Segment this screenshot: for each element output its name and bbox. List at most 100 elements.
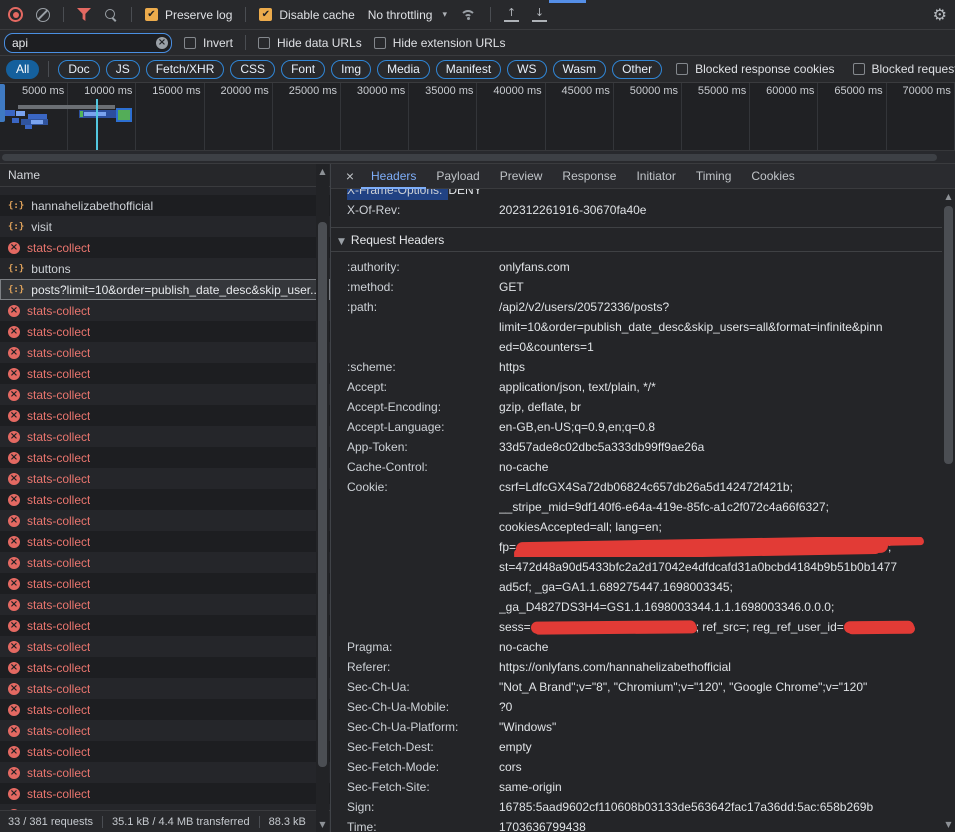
scrollbar-thumb[interactable] <box>318 222 327 767</box>
filter-pill-wasm[interactable]: Wasm <box>553 60 607 79</box>
request-row[interactable]: ×stats-collect <box>0 720 330 741</box>
header-value-text: fp= <box>499 540 516 554</box>
request-row[interactable]: ×stats-collect <box>0 300 330 321</box>
tab-headers[interactable]: Headers <box>361 164 426 189</box>
request-row[interactable]: {:}hannahelizabethofficial <box>0 195 330 216</box>
tab-initiator[interactable]: Initiator <box>626 164 685 189</box>
request-row[interactable]: ×stats-collect <box>0 489 330 510</box>
request-row[interactable]: ×stats-collect <box>0 762 330 783</box>
request-row[interactable]: {:}posts?limit=10&order=publish_date_des… <box>0 279 330 300</box>
preserve-log-checkbox[interactable]: ✔ Preserve log <box>145 8 232 22</box>
filter-pill-ws[interactable]: WS <box>507 60 546 79</box>
filter-pill-all[interactable]: All <box>6 60 39 79</box>
filter-pill-doc[interactable]: Doc <box>58 60 99 79</box>
request-row[interactable]: ×stats-collect <box>0 699 330 720</box>
request-list-scrollbar[interactable]: ▲ ▼ <box>316 164 329 832</box>
filter-pill-font[interactable]: Font <box>281 60 325 79</box>
request-row[interactable]: ×stats-collect <box>0 447 330 468</box>
tab-payload[interactable]: Payload <box>426 164 489 189</box>
clear-filter-icon[interactable]: × <box>156 37 168 49</box>
tab-preview[interactable]: Preview <box>490 164 553 189</box>
filter-pill-other[interactable]: Other <box>612 60 662 79</box>
request-row[interactable]: ×stats-collect <box>0 615 330 636</box>
request-row[interactable]: ×stats-collect <box>0 342 330 363</box>
redaction-scribble <box>516 537 888 557</box>
tab-response[interactable]: Response <box>552 164 626 189</box>
timeline-scrollbar[interactable] <box>0 150 955 163</box>
request-name: stats-collect <box>27 325 90 339</box>
tab-timing[interactable]: Timing <box>686 164 742 189</box>
request-row[interactable]: {:}init <box>0 187 330 195</box>
waterfall-bar <box>31 120 43 124</box>
network-tab-indicator <box>549 0 586 3</box>
request-row[interactable]: ×stats-collect <box>0 783 330 804</box>
request-row[interactable]: ×stats-collect <box>0 657 330 678</box>
request-row[interactable]: ×stats-collect <box>0 384 330 405</box>
header-value: cors <box>499 757 942 777</box>
timeline-left-handle[interactable] <box>0 84 5 122</box>
failed-request-icon: × <box>8 242 20 254</box>
request-row[interactable]: ×stats-collect <box>0 552 330 573</box>
request-row[interactable]: ×stats-collect <box>0 531 330 552</box>
close-details-icon[interactable]: × <box>339 168 361 184</box>
search-icon[interactable] <box>104 8 118 22</box>
hide-data-urls-checkbox[interactable]: Hide data URLs <box>258 36 362 50</box>
tab-cookies[interactable]: Cookies <box>741 164 804 189</box>
filter-input[interactable] <box>4 33 172 53</box>
filter-pill-fetch-xhr[interactable]: Fetch/XHR <box>146 60 225 79</box>
request-row[interactable]: {:}visit <box>0 216 330 237</box>
requests-panel: Name {:}init{:}hannahelizabethofficial{:… <box>0 164 330 832</box>
scroll-down-icon[interactable]: ▼ <box>316 820 329 829</box>
name-column-header[interactable]: Name <box>0 164 330 187</box>
request-row[interactable]: ×stats-collect <box>0 363 330 384</box>
request-row[interactable]: ×stats-collect <box>0 510 330 531</box>
filter-pill-manifest[interactable]: Manifest <box>436 60 501 79</box>
filter-pill-js[interactable]: JS <box>106 60 140 79</box>
invert-checkbox[interactable]: Invert <box>184 36 233 50</box>
timeline-scrollbar-thumb[interactable] <box>2 154 937 161</box>
request-row[interactable]: ×stats-collect <box>0 468 330 489</box>
request-row[interactable]: ×stats-collect <box>0 321 330 342</box>
disable-cache-checkbox[interactable]: ✔ Disable cache <box>259 8 354 22</box>
record-button[interactable] <box>8 7 23 22</box>
network-conditions-icon[interactable] <box>460 8 477 22</box>
request-row[interactable]: ×stats-collect <box>0 804 330 810</box>
request-row[interactable]: ×stats-collect <box>0 678 330 699</box>
waterfall-bar <box>25 125 32 129</box>
request-headers-section[interactable]: ▼Request Headers <box>331 227 942 252</box>
filter-pill-css[interactable]: CSS <box>230 60 275 79</box>
scrollbar-thumb[interactable] <box>944 206 953 464</box>
request-row[interactable]: ×stats-collect <box>0 405 330 426</box>
filter-pill-media[interactable]: Media <box>377 60 430 79</box>
details-scrollbar[interactable]: ▲ ▼ <box>942 189 955 832</box>
network-overview-timeline[interactable]: 5000 ms10000 ms15000 ms20000 ms25000 ms3… <box>0 83 955 164</box>
request-row[interactable]: ×stats-collect <box>0 426 330 447</box>
failed-request-icon: × <box>8 641 20 653</box>
filter-pill-img[interactable]: Img <box>331 60 371 79</box>
header-value-line: https <box>499 357 942 377</box>
request-row[interactable]: ×stats-collect <box>0 237 330 258</box>
request-row[interactable]: ×stats-collect <box>0 594 330 615</box>
disable-cache-label: Disable cache <box>279 8 354 22</box>
devtools-network-panel: ✔ Preserve log ✔ Disable cache No thrott… <box>0 0 955 832</box>
scroll-up-icon[interactable]: ▲ <box>942 192 955 201</box>
clear-button[interactable] <box>36 8 50 22</box>
filter-icon[interactable] <box>77 8 91 21</box>
header-key: Sec-Ch-Ua: <box>347 677 499 697</box>
header-value: /api2/v2/users/20572336/posts?limit=10&o… <box>499 297 942 357</box>
scroll-up-icon[interactable]: ▲ <box>316 167 329 176</box>
import-har-icon[interactable]: ↑ <box>504 7 519 22</box>
request-row[interactable]: ×stats-collect <box>0 741 330 762</box>
filter-checkbox-blocked-requests[interactable]: Blocked requests <box>853 62 955 76</box>
settings-gear-icon[interactable]: ⚙ <box>933 7 947 23</box>
header-value-line: __stripe_mid=9df140f6-e64a-419e-85fc-a1c… <box>499 497 942 517</box>
filter-checkbox-blocked-response-cookies[interactable]: Blocked response cookies <box>676 62 834 76</box>
hide-extension-urls-checkbox[interactable]: Hide extension URLs <box>374 36 506 50</box>
throttling-dropdown[interactable]: No throttling ▾ <box>368 8 447 22</box>
request-row[interactable]: ×stats-collect <box>0 573 330 594</box>
export-har-icon[interactable]: ↓ <box>532 7 547 22</box>
request-row[interactable]: ×stats-collect <box>0 636 330 657</box>
request-row[interactable]: {:}buttons <box>0 258 330 279</box>
scroll-down-icon[interactable]: ▼ <box>942 820 955 829</box>
unchecked-checkbox-icon <box>676 63 688 75</box>
